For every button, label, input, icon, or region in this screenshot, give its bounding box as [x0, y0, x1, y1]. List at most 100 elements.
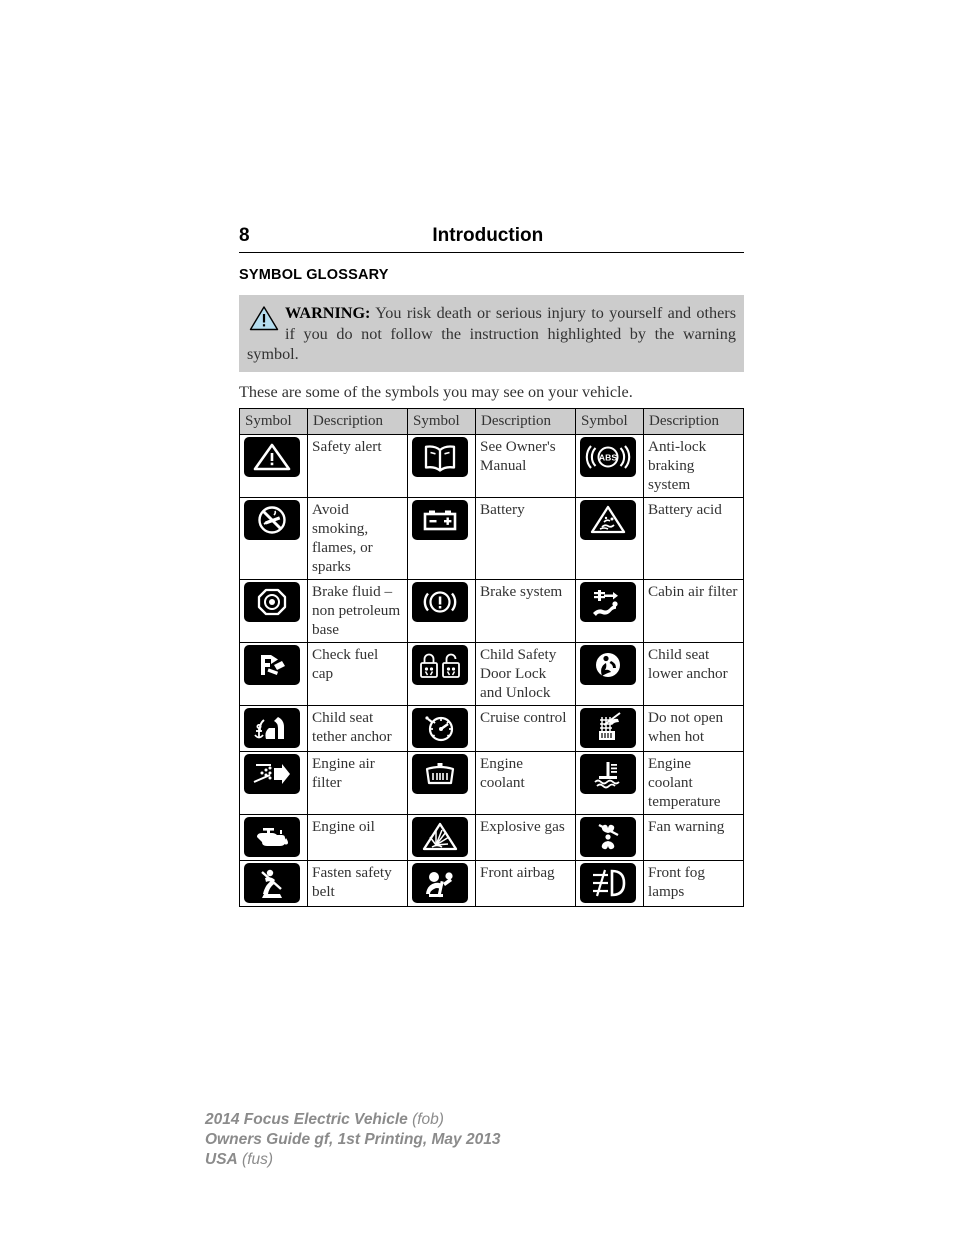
page-number: 8 — [239, 225, 250, 246]
symbol-cell — [239, 704, 308, 752]
fasten-safety-belt-icon — [244, 862, 300, 903]
front-fog-lamps-icon — [580, 862, 636, 903]
footer-line-2: Owners Guide gf, 1st Printing, May 2013 — [205, 1131, 501, 1148]
symbol-cell — [407, 641, 476, 706]
cabin-air-filter-icon — [580, 581, 636, 622]
footer-vehicle-name: 2014 Focus Electric Vehicle — [205, 1111, 408, 1128]
footer-vehicle-code: (fob) — [407, 1111, 444, 1128]
owners-manual-icon — [412, 436, 468, 477]
description-cell: Cruise control — [475, 704, 576, 752]
description-cell: Avoid smoking, flames, or sparks — [307, 496, 408, 580]
fan-warning-icon — [580, 816, 636, 857]
table-row: Avoid smoking, flames, or sparks Battery… — [239, 496, 744, 580]
symbol-cell — [239, 433, 308, 498]
description-cell: Brake system — [475, 578, 576, 643]
symbol-cell — [575, 750, 644, 815]
page-title: Introduction — [432, 225, 544, 246]
footer-market-code: (fus) — [237, 1151, 274, 1168]
table-row: Brake fluid – non petroleum base Brake s… — [239, 578, 744, 643]
column-header-description-3: Description — [643, 407, 744, 435]
description-cell: Fan warning — [643, 813, 744, 861]
symbol-cell — [575, 496, 644, 580]
table-row: Engine oil Explosive gas Fan warning — [239, 813, 744, 861]
symbol-cell — [575, 859, 644, 907]
anti-lock-braking-system-icon: ABS — [580, 436, 636, 477]
description-cell: See Owner's Manual — [475, 433, 576, 498]
description-cell: Child seat lower anchor — [643, 641, 744, 706]
engine-coolant-icon — [412, 753, 468, 794]
engine-coolant-temperature-icon — [580, 753, 636, 794]
description-cell: Cabin air filter — [643, 578, 744, 643]
warning-box: WARNING: You risk death or serious injur… — [239, 295, 744, 372]
column-header-symbol-2: Symbol — [407, 407, 476, 435]
description-cell: Brake fluid – non petroleum base — [307, 578, 408, 643]
engine-air-filter-icon — [244, 753, 300, 794]
header-rule — [239, 252, 744, 253]
engine-oil-icon — [244, 816, 300, 857]
footer-line-1: 2014 Focus Electric Vehicle (fob) — [205, 1110, 500, 1130]
battery-icon — [412, 499, 468, 540]
table-row: Engine air filter Engine coolant Engine … — [239, 750, 744, 815]
table-row: Safety alert See Owner's Manual ABS Anti… — [239, 433, 744, 498]
description-cell: Child Safety Door Lock and Unlock — [475, 641, 576, 706]
symbol-cell — [407, 433, 476, 498]
description-cell: Fasten safety belt — [307, 859, 408, 907]
description-cell: Check fuel cap — [307, 641, 408, 706]
column-header-symbol-3: Symbol — [575, 407, 644, 435]
symbol-cell — [407, 578, 476, 643]
description-cell: Engine oil — [307, 813, 408, 861]
description-cell: Engine coolant — [475, 750, 576, 815]
description-cell: Battery — [475, 496, 576, 580]
battery-acid-icon — [580, 499, 636, 540]
symbol-cell — [407, 813, 476, 861]
symbol-cell — [239, 496, 308, 580]
intro-text: These are some of the symbols you may se… — [239, 382, 633, 401]
footer-market: USA — [205, 1151, 238, 1168]
symbol-cell — [575, 578, 644, 643]
description-cell: Child seat tether anchor — [307, 704, 408, 752]
description-cell: Front airbag — [475, 859, 576, 907]
symbol-cell — [575, 813, 644, 861]
do-not-open-when-hot-icon — [580, 707, 636, 748]
column-header-description-1: Description — [307, 407, 408, 435]
warning-triangle-icon — [249, 306, 279, 331]
symbol-cell — [239, 859, 308, 907]
description-cell: Engine coolant temperature — [643, 750, 744, 815]
symbol-cell — [575, 641, 644, 706]
check-fuel-cap-icon — [244, 644, 300, 685]
symbol-cell: ABS — [575, 433, 644, 498]
warning-text: WARNING: You risk death or serious injur… — [247, 303, 736, 365]
table-header-row: Symbol Description Symbol Description Sy… — [239, 407, 744, 435]
table-row: Check fuel cap Child Safety Door Lock an… — [239, 641, 744, 706]
description-cell: Anti-lock braking system — [643, 433, 744, 498]
symbol-cell — [407, 704, 476, 752]
description-cell: Front fog lamps — [643, 859, 744, 907]
symbol-cell — [239, 750, 308, 815]
child-safety-door-lock-icon — [412, 644, 468, 685]
symbol-cell — [407, 750, 476, 815]
safety-alert-icon — [244, 436, 300, 477]
symbol-cell — [239, 578, 308, 643]
front-airbag-icon — [412, 862, 468, 903]
footer-line-3: USA (fus) — [205, 1150, 500, 1170]
description-cell: Explosive gas — [475, 813, 576, 861]
document-page: 8 Introduction SYMBOL GLOSSARY WARNING: … — [239, 225, 744, 907]
description-cell: Safety alert — [307, 433, 408, 498]
symbol-cell — [575, 704, 644, 752]
page-header: 8 Introduction — [239, 225, 744, 251]
cruise-control-icon — [412, 707, 468, 748]
symbol-glossary-table: Symbol Description Symbol Description Sy… — [239, 407, 744, 907]
svg-text:ABS: ABS — [599, 452, 617, 462]
table-row: Child seat tether anchor Cruise control … — [239, 704, 744, 752]
table-body: Safety alert See Owner's Manual ABS Anti… — [239, 433, 744, 907]
column-header-description-2: Description — [475, 407, 576, 435]
brake-system-icon — [412, 581, 468, 622]
symbol-cell — [407, 496, 476, 580]
symbol-cell — [239, 813, 308, 861]
description-cell: Do not open when hot — [643, 704, 744, 752]
description-cell: Battery acid — [643, 496, 744, 580]
warning-label: WARNING: — [285, 304, 371, 322]
brake-fluid-icon — [244, 581, 300, 622]
symbol-cell — [407, 859, 476, 907]
child-seat-lower-anchor-icon — [580, 644, 636, 685]
